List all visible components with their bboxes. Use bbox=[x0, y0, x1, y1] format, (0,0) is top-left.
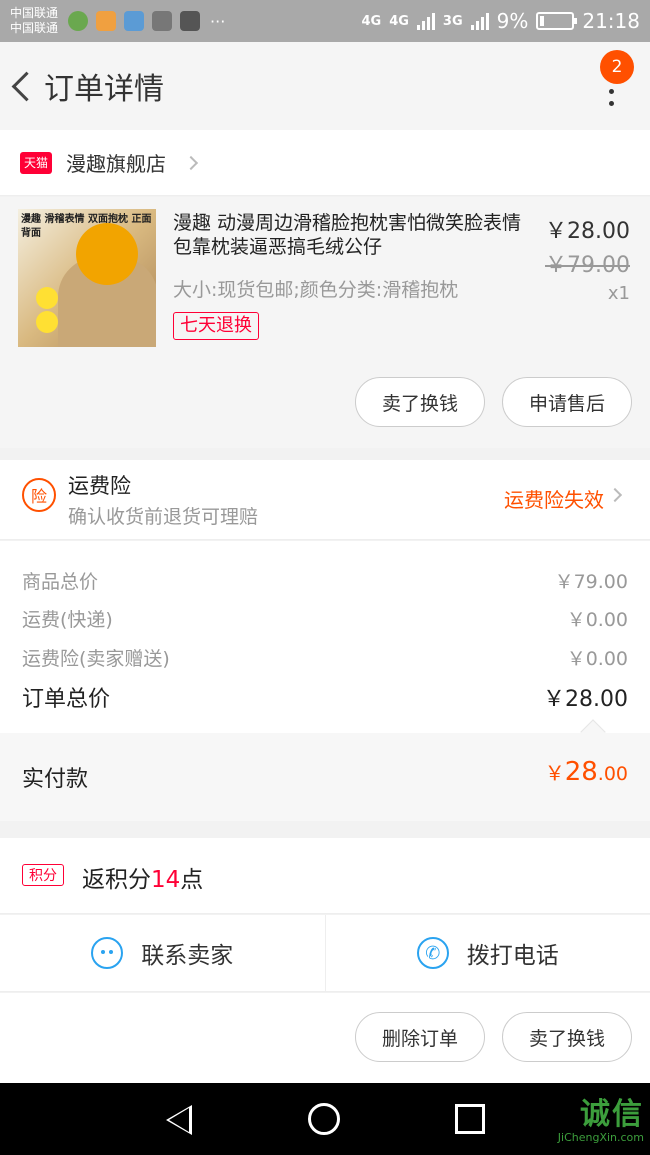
product-thumbnail[interactable]: 漫趣 滑稽表情 双面抱枕 正面 背面 bbox=[18, 209, 156, 347]
contact-avatar-icon bbox=[152, 11, 173, 31]
battery-percent: 9% bbox=[496, 9, 529, 33]
uc-browser-icon bbox=[96, 11, 117, 31]
watermark-logo: 诚信 JiChengXin.com bbox=[558, 1089, 644, 1144]
contact-seller-label: 联系卖家 bbox=[141, 943, 234, 969]
product-title[interactable]: 漫趣 动漫周边滑稽脸抱枕害怕微笑脸表情包靠枕装逼恶搞毛绒公仔 bbox=[173, 211, 533, 259]
product-spec: 大小:现货包邮;颜色分类:滑稽抱枕 bbox=[173, 279, 459, 301]
app-notification-icon bbox=[68, 11, 89, 31]
store-name: 漫趣旗舰店 bbox=[66, 152, 166, 176]
current-price: ￥28.00 bbox=[545, 219, 630, 244]
points-prefix: 返积分 bbox=[82, 867, 151, 893]
chat-icon bbox=[91, 937, 124, 969]
sell-for-cash-button[interactable]: 卖了换钱 bbox=[355, 377, 485, 427]
actual-payment: 实付款 ￥28.00 bbox=[0, 733, 650, 821]
store-row[interactable]: 天猫 漫趣旗舰店 bbox=[0, 130, 650, 196]
photo-notification-icon bbox=[180, 11, 201, 31]
sell-for-cash-button-bottom[interactable]: 卖了换钱 bbox=[502, 1012, 632, 1062]
phone-icon: ✆ bbox=[416, 937, 449, 969]
watermark-main: 诚信 bbox=[580, 1097, 644, 1132]
signal-icon bbox=[416, 12, 435, 30]
chevron-right-icon bbox=[607, 487, 623, 503]
network-3g-label: 3G bbox=[442, 13, 463, 29]
contact-seller-button[interactable]: 联系卖家 bbox=[0, 915, 325, 991]
message-count-badge: 2 bbox=[600, 50, 634, 84]
paid-amount: ￥28.00 bbox=[545, 757, 628, 787]
summary-value: ￥0.00 bbox=[566, 609, 628, 631]
thumbnail-caption: 漫趣 滑稽表情 双面抱枕 正面 背面 bbox=[21, 214, 152, 239]
signal-icon-2 bbox=[470, 12, 489, 30]
back-triangle-icon[interactable] bbox=[166, 1105, 192, 1135]
summary-row-insurance: 运费险(卖家赠送) ￥0.00 bbox=[22, 644, 628, 671]
status-bar: 中国联通 中国联通 ··· 4G 4G 3G 9% 21:18 bbox=[0, 0, 650, 42]
summary-row-total: 订单总价 ￥28.00 bbox=[22, 681, 628, 713]
back-arrow-icon[interactable] bbox=[6, 42, 46, 130]
paid-integer: 28 bbox=[564, 757, 598, 787]
points-number: 14 bbox=[151, 867, 181, 893]
summary-value: ￥79.00 bbox=[554, 571, 628, 593]
recent-apps-square-icon[interactable] bbox=[455, 1104, 485, 1134]
order-total-value: ￥28.00 bbox=[543, 687, 628, 712]
paid-label: 实付款 bbox=[22, 767, 89, 792]
summary-label: 运费(快递) bbox=[22, 609, 113, 631]
tmall-icon: 天猫 bbox=[20, 151, 52, 174]
shipping-insurance-row[interactable]: 险 运费险 确认收货前退货可理赔 运费险失效 bbox=[0, 460, 650, 540]
order-item[interactable]: 漫趣 滑稽表情 双面抱枕 正面 背面 漫趣 动漫周边滑稽脸抱枕害怕微笑脸表情包靠… bbox=[0, 197, 650, 448]
home-circle-icon[interactable] bbox=[308, 1103, 340, 1135]
original-price: ￥79.00 bbox=[545, 253, 630, 278]
status-right: 4G 4G 3G 9% 21:18 bbox=[361, 9, 640, 33]
clock: 21:18 bbox=[582, 9, 640, 33]
summary-row-shipping: 运费(快递) ￥0.00 bbox=[22, 605, 628, 632]
bottom-action-bar: 删除订单 卖了换钱 bbox=[0, 993, 650, 1083]
price-summary: 商品总价 ￥79.00 运费(快递) ￥0.00 运费险(卖家赠送) ￥0.00… bbox=[0, 541, 650, 745]
carrier-2: 中国联通 bbox=[10, 21, 59, 35]
battery-icon bbox=[536, 12, 578, 30]
order-total-label: 订单总价 bbox=[22, 687, 111, 712]
seven-day-return-tag: 七天退换 bbox=[173, 312, 259, 340]
insurance-title: 运费险 bbox=[68, 474, 131, 498]
smiley-back-shape bbox=[36, 311, 58, 333]
call-phone-label: 拨打电话 bbox=[466, 943, 559, 969]
summary-label: 运费险(卖家赠送) bbox=[22, 648, 170, 670]
delete-order-button[interactable]: 删除订单 bbox=[355, 1012, 485, 1062]
call-phone-button[interactable]: ✆ 拨打电话 bbox=[324, 915, 650, 991]
quantity: x1 bbox=[607, 283, 630, 304]
points-icon: 积分 bbox=[22, 864, 64, 886]
points-row: 积分 返积分14点 bbox=[0, 838, 650, 914]
points-text: 返积分14点 bbox=[82, 860, 203, 894]
insurance-icon: 险 bbox=[22, 478, 56, 512]
notification-icons bbox=[68, 11, 201, 31]
contact-row: 联系卖家 ✆ 拨打电话 bbox=[0, 915, 650, 992]
more-notifications-icon: ··· bbox=[210, 11, 226, 31]
paid-currency: ￥ bbox=[544, 761, 565, 785]
paid-decimal: .00 bbox=[597, 763, 628, 785]
summary-value: ￥0.00 bbox=[566, 648, 628, 670]
points-suffix: 点 bbox=[180, 867, 204, 893]
page-title: 订单详情 bbox=[44, 72, 164, 107]
system-nav-bar: 诚信 JiChengXin.com bbox=[0, 1083, 650, 1155]
health-app-icon bbox=[124, 11, 145, 31]
carrier-1: 中国联通 bbox=[10, 6, 59, 20]
summary-label: 商品总价 bbox=[22, 571, 99, 593]
insurance-subtitle: 确认收货前退货可理赔 bbox=[68, 506, 259, 528]
insurance-status: 运费险失效 bbox=[504, 488, 604, 512]
top-nav-bar: 订单详情 2 bbox=[0, 42, 650, 130]
carrier-names: 中国联通 中国联通 bbox=[10, 6, 58, 36]
network-4g-label: 4G bbox=[361, 13, 382, 29]
after-sales-button[interactable]: 申请售后 bbox=[502, 377, 632, 427]
watermark-sub: JiChengXin.com bbox=[557, 1131, 644, 1144]
chevron-right-icon bbox=[183, 155, 199, 170]
smiley-front-shape bbox=[36, 287, 58, 309]
summary-row-goods: 商品总价 ￥79.00 bbox=[22, 567, 628, 594]
network-4g-label-2: 4G bbox=[389, 13, 409, 29]
